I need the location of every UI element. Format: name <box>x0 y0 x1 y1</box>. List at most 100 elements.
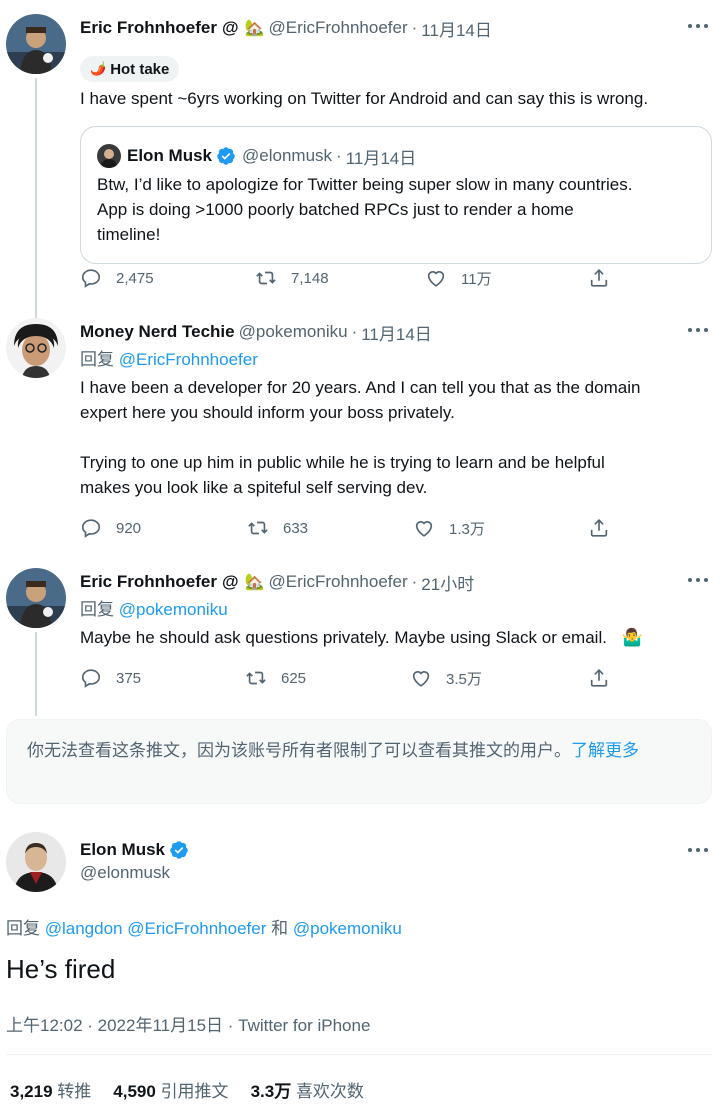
heart-icon <box>412 671 430 687</box>
quoted-date[interactable]: 11月14日 <box>346 144 417 169</box>
tweet-text-line: expert here you should inform your boss … <box>80 403 455 422</box>
quoted-tweet[interactable]: Elon Musk @elonmusk · 11月14日 Btw, I’d li… <box>80 126 712 264</box>
quoted-author-name[interactable]: Elon Musk <box>127 146 212 166</box>
heart-icon <box>415 521 433 537</box>
tweet-eric-1[interactable]: Eric Frohnhoefer @ 🏡 @EricFrohnhoefer · … <box>0 14 728 318</box>
retweet-button[interactable]: 625 <box>245 665 306 691</box>
retweets-count: 3,219 <box>10 1082 53 1101</box>
likes-label: 喜欢次数 <box>295 1082 364 1101</box>
tweet-date[interactable]: 11月14日 <box>421 16 492 41</box>
hot-take-badge: 🌶️ Hot take <box>80 56 180 82</box>
retweet-button[interactable]: 633 <box>247 515 308 541</box>
quoted-author-handle[interactable]: @elonmusk <box>242 146 332 166</box>
author-name[interactable]: Elon Musk <box>80 840 165 860</box>
learn-more-link[interactable]: 了解更多 <box>571 741 639 760</box>
author-handle[interactable]: @elonmusk <box>80 863 170 883</box>
quoted-text-line: App is doing >1000 poorly batched RPCs j… <box>97 200 574 219</box>
quoted-text-line: Btw, I’d like to apologize for Twitter b… <box>97 175 633 194</box>
retweet-count: 7,148 <box>291 269 329 287</box>
share-button[interactable] <box>588 515 610 541</box>
reply-count: 2,475 <box>116 269 154 287</box>
reply-to-link[interactable]: @pokemoniku <box>119 600 228 619</box>
tweet-moneynerd[interactable]: Money Nerd Techie @pokemoniku · 11月14日 回… <box>0 318 728 554</box>
reply-context: 回复 @EricFrohnhoefer <box>80 347 258 372</box>
avatar-moneynerd[interactable] <box>6 318 66 378</box>
reply-button[interactable]: 2,475 <box>80 265 154 291</box>
thread-line <box>35 632 37 716</box>
retweets-stat[interactable]: 3,219 转推 <box>10 1077 91 1102</box>
retweet-icon <box>248 521 268 535</box>
share-button[interactable] <box>588 265 610 291</box>
quoted-avatar[interactable] <box>97 144 121 168</box>
quotes-stat[interactable]: 4,590 引用推文 <box>113 1077 228 1102</box>
restricted-tweet-notice: 你无法查看这条推文，因为该账号所有者限制了可以查看其推文的用户。了解更多 <box>6 719 712 804</box>
retweet-count: 633 <box>283 519 309 537</box>
retweet-button[interactable]: 7,148 <box>255 265 329 291</box>
quotes-label: 引用推文 <box>160 1082 229 1101</box>
tweet-header: Eric Frohnhoefer @ 🏡 @EricFrohnhoefer · … <box>80 568 474 596</box>
more-options-icon[interactable] <box>688 328 710 334</box>
house-emoji: 🏡 <box>244 574 265 591</box>
badge-label: Hot take <box>110 60 170 78</box>
and-text: 和 <box>271 919 289 938</box>
retweet-count: 625 <box>281 669 307 687</box>
author-handle[interactable]: @pokemoniku <box>239 322 348 342</box>
retweet-icon <box>256 271 276 285</box>
avatar-elon[interactable] <box>6 832 66 892</box>
more-options-icon[interactable] <box>688 578 710 584</box>
author-name[interactable]: Eric Frohnhoefer <box>80 18 217 38</box>
tweet-text-line: makes you look like a spiteful self serv… <box>80 478 428 497</box>
reply-to-link[interactable]: @pokemoniku <box>293 919 402 938</box>
share-icon <box>590 519 608 537</box>
author-name[interactable]: Eric Frohnhoefer <box>80 572 217 592</box>
tweet-eric-2[interactable]: Eric Frohnhoefer @ 🏡 @EricFrohnhoefer · … <box>0 568 728 716</box>
shrug-emoji: 🤷‍♂️ <box>621 628 643 647</box>
quotes-count: 4,590 <box>113 1082 156 1101</box>
reply-context: 回复 @langdon @EricFrohnhoefer 和 @pokemoni… <box>6 914 402 939</box>
like-count: 1.3万 <box>449 520 485 538</box>
retweet-icon <box>246 671 266 685</box>
tweet-actions: 920 633 1.3万 <box>80 515 620 541</box>
reply-count: 920 <box>116 519 142 537</box>
tweet-meta[interactable]: 上午12:02 · 2022年11月15日 · Twitter for iPho… <box>6 1011 370 1036</box>
retweets-label: 转推 <box>57 1082 92 1101</box>
quoted-header: Elon Musk @elonmusk · 11月14日 <box>127 143 416 169</box>
reply-icon <box>81 669 101 688</box>
like-button[interactable]: 3.5万 <box>410 665 482 691</box>
reply-icon <box>81 269 101 288</box>
more-options-icon[interactable] <box>688 848 710 854</box>
tweet-text: I have spent ~6yrs working on Twitter fo… <box>80 89 649 108</box>
like-button[interactable]: 1.3万 <box>413 515 485 541</box>
share-icon <box>590 669 608 687</box>
author-name-suffix: @ <box>221 572 239 591</box>
likes-stat[interactable]: 3.3万 喜欢次数 <box>251 1077 364 1102</box>
reply-to-link[interactable]: @langdon <box>45 919 123 938</box>
reply-to-link[interactable]: @EricFrohnhoefer <box>127 919 266 938</box>
tweet-text-body: Maybe he should ask questions privately.… <box>80 628 607 647</box>
reply-button[interactable]: 920 <box>80 515 141 541</box>
separator: · <box>336 146 342 165</box>
thread-line <box>35 78 37 318</box>
reply-button[interactable]: 375 <box>80 665 141 691</box>
tweet-actions: 2,475 7,148 11万 <box>80 265 620 291</box>
author-handle[interactable]: @EricFrohnhoefer <box>268 572 407 592</box>
tweet-text: Maybe he should ask questions privately.… <box>80 625 643 650</box>
tweet-stats: 3,219 转推 4,590 引用推文 3.3万 喜欢次数 <box>10 1077 364 1102</box>
divider <box>6 1054 712 1055</box>
avatar-eric[interactable] <box>6 568 66 628</box>
tweet-actions: 375 625 3.5万 <box>80 665 620 691</box>
author-name[interactable]: Money Nerd Techie <box>80 322 235 342</box>
tweet-date[interactable]: 21小时 <box>421 570 474 595</box>
like-count: 3.5万 <box>446 670 482 688</box>
verified-badge-icon <box>217 147 235 165</box>
reply-context: 回复 @pokemoniku <box>80 597 228 622</box>
like-button[interactable]: 11万 <box>425 265 492 291</box>
avatar-eric[interactable] <box>6 14 66 74</box>
reply-icon <box>81 519 101 538</box>
tweet-date[interactable]: 11月14日 <box>361 320 432 345</box>
author-handle[interactable]: @EricFrohnhoefer <box>268 18 407 38</box>
reply-to-link[interactable]: @EricFrohnhoefer <box>119 350 258 369</box>
share-button[interactable] <box>588 665 610 691</box>
quoted-text: Btw, I’d like to apologize for Twitter b… <box>97 172 632 247</box>
more-options-icon[interactable] <box>688 24 710 30</box>
